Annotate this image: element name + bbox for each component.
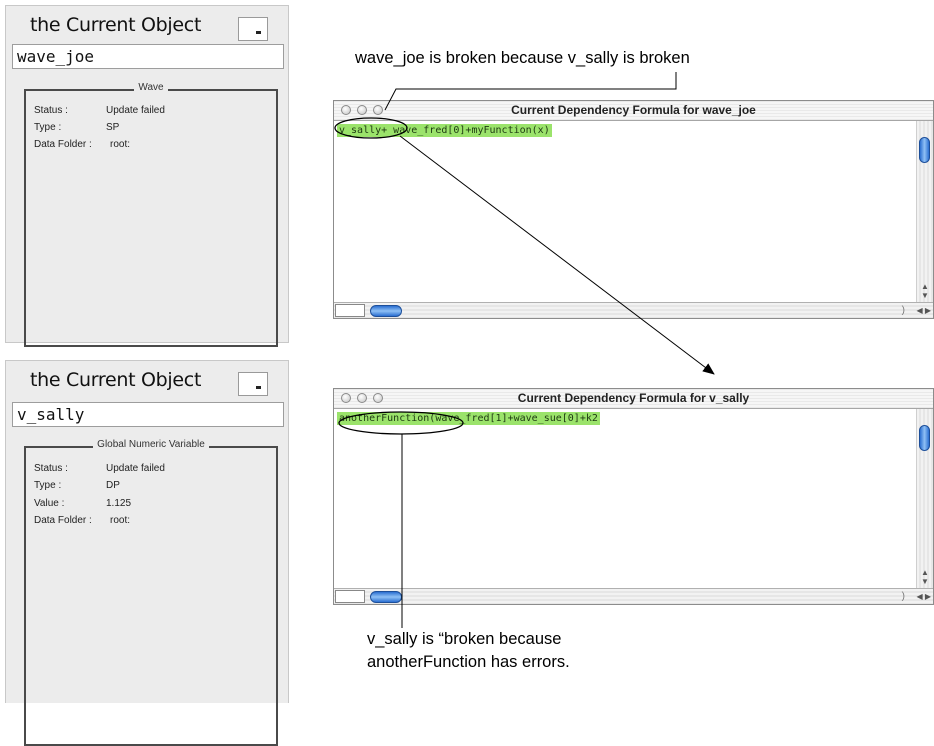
highlight-ellipse-v-sally: [334, 117, 408, 139]
highlight-ellipse-another-function: [338, 411, 464, 435]
annotation-overlay: [334, 72, 715, 628]
arrow-to-v-sally-window: [399, 135, 715, 375]
leader-line-top: [384, 72, 677, 111]
